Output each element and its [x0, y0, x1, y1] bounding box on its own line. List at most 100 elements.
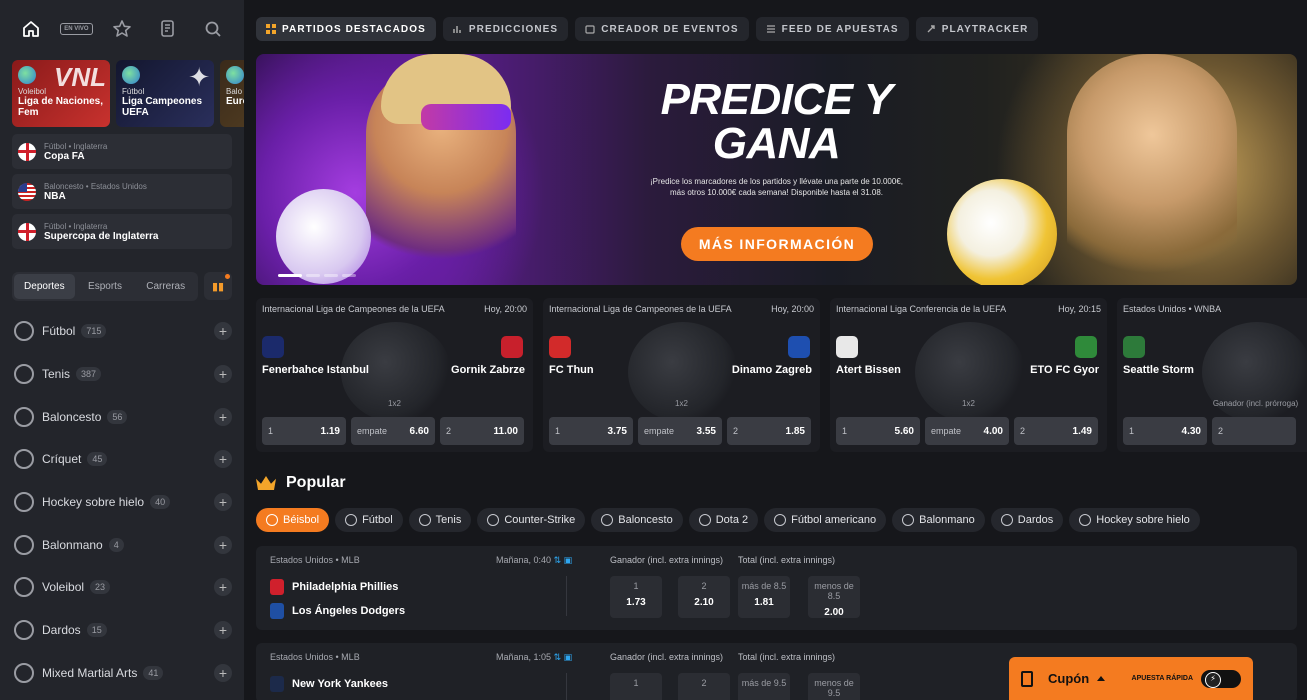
market-label: 1x2 [962, 399, 975, 408]
odds-button[interactable]: empate 4.00 [925, 417, 1009, 445]
odds-value: 1.73 [626, 597, 646, 608]
promo-banner[interactable]: PREDICE Y GANA ¡Predice los marcadores de… [256, 54, 1297, 285]
sport-item-balonmano[interactable]: Balonmano 4 + [14, 523, 232, 566]
league-sub: Fútbol • Inglaterra [44, 141, 108, 151]
match-header: Internacional Liga Conferencia de la UEF… [836, 304, 1101, 314]
odds-button[interactable]: 2 1.85 [727, 417, 811, 445]
home-crest-icon [1123, 336, 1145, 358]
odds-button[interactable]: 1 1.73 [610, 576, 662, 618]
match-league: Internacional Liga Conferencia de la UEF… [836, 304, 1007, 314]
odds-button[interactable]: 1 5.60 [836, 417, 920, 445]
chip-baloncesto[interactable]: Baloncesto [591, 508, 683, 532]
sport-item-dardos[interactable]: Dardos 15 + [14, 609, 232, 652]
add-icon[interactable]: + [214, 493, 232, 512]
stats-icon[interactable]: ⇅ ▣ [554, 652, 573, 662]
odds-button[interactable]: más de 8.5 1.81 [738, 576, 790, 618]
chip-dardos[interactable]: Dardos [990, 508, 1064, 532]
sport-item-criquet[interactable]: Críquet 45 + [14, 438, 232, 481]
sport-item-voleibol[interactable]: Voleibol 23 + [14, 566, 232, 609]
odds-button[interactable]: 2 11.00 [440, 417, 524, 445]
odds-label: 1 [842, 426, 848, 436]
sport-item-hockey[interactable]: Hockey sobre hielo 40 + [14, 481, 232, 524]
add-icon[interactable]: + [214, 365, 232, 384]
odds-button[interactable]: 2 1.49 [1014, 417, 1098, 445]
featured-card[interactable]: Voleibol Liga de Naciones, Fem VNL [12, 60, 110, 127]
home-icon[interactable] [8, 9, 54, 49]
sport-name: Tenis [42, 367, 71, 382]
sport-item-tenis[interactable]: Tenis 387 + [14, 353, 232, 396]
chip-f-tbol-americano[interactable]: Fútbol americano [764, 508, 887, 532]
featured-card[interactable]: Balo Euro [220, 60, 244, 127]
sport-name: Voleibol [42, 580, 85, 595]
add-icon[interactable]: + [214, 322, 232, 341]
sport-icon [266, 514, 278, 526]
tennis-icon [14, 364, 34, 385]
add-icon[interactable]: + [214, 535, 232, 554]
stats-icon[interactable]: ▮▮ [204, 272, 232, 300]
nav-playtracker[interactable]: PLAYTRACKER [915, 17, 1039, 41]
stats-icon[interactable]: ⇅ ▣ [554, 555, 573, 565]
nav-feed-apuestas[interactable]: FEED DE APUESTAS [755, 17, 909, 41]
star-icon[interactable] [99, 9, 145, 49]
featured-card[interactable]: Fútbol Liga Campeones UEFA ✦ [116, 60, 214, 127]
chip-f-tbol[interactable]: Fútbol [335, 508, 403, 532]
chip-dota-2[interactable]: Dota 2 [688, 508, 759, 532]
tab-carreras[interactable]: Carreras [135, 274, 196, 299]
odds-label: empate [644, 426, 675, 436]
odds-button[interactable]: menos de 9.5 [808, 673, 860, 700]
add-icon[interactable]: + [214, 407, 232, 426]
odds-button[interactable]: más de 9.5 [738, 673, 790, 700]
chip-counter-strike[interactable]: Counter-Strike [477, 508, 586, 532]
sport-item-mma[interactable]: Mixed Martial Arts 41 + [14, 652, 232, 695]
chip-b-isbol[interactable]: Béisbol [256, 508, 330, 532]
odds-label: más de 9.5 [741, 678, 787, 688]
odds-button[interactable]: 1 [610, 673, 662, 700]
odds-button[interactable]: 1 3.75 [549, 417, 633, 445]
odds-button[interactable]: 1 4.30 [1123, 417, 1207, 445]
nav-predicciones[interactable]: PREDICCIONES [442, 17, 569, 41]
odds-value: 2.10 [694, 597, 714, 608]
quick-bet-toggle[interactable] [1201, 669, 1241, 688]
odds-button[interactable]: empate 6.60 [351, 417, 435, 445]
nav-creador-eventos[interactable]: CREADOR DE EVENTOS [575, 17, 749, 41]
odds-value: 3.55 [696, 425, 716, 437]
league-item-nba[interactable]: Baloncesto • Estados Unidos NBA [12, 174, 232, 209]
team-row: Philadelphia Phillies [270, 579, 398, 595]
carousel-dots[interactable] [278, 274, 356, 277]
tab-deportes[interactable]: Deportes [14, 273, 75, 299]
odds-button[interactable]: 2 [1212, 417, 1296, 445]
odds-button[interactable]: empate 3.55 [638, 417, 722, 445]
odds-button[interactable]: 2 2.10 [678, 576, 730, 618]
sport-item-baloncesto[interactable]: Baloncesto 56 + [14, 395, 232, 438]
sport-item-futbol[interactable]: Fútbol 715 + [14, 310, 232, 353]
chip-balonmano[interactable]: Balonmano [892, 508, 985, 532]
more-info-button[interactable]: MÁS INFORMACIÓN [681, 227, 873, 261]
betslip-icon[interactable] [145, 9, 191, 49]
add-icon[interactable]: + [214, 450, 232, 469]
add-icon[interactable]: + [214, 663, 232, 682]
match-card[interactable]: Internacional Liga Conferencia de la UEF… [830, 298, 1107, 452]
odds-button[interactable]: 2 [678, 673, 730, 700]
odds-button[interactable]: menos de 8.5 2.00 [808, 576, 860, 618]
search-icon[interactable] [190, 9, 236, 49]
match-card[interactable]: Internacional Liga de Campeones de la UE… [256, 298, 533, 452]
chip-tenis[interactable]: Tenis [408, 508, 472, 532]
nav-partidos-destacados[interactable]: PARTIDOS DESTACADOS [256, 17, 436, 41]
add-icon[interactable]: + [214, 621, 232, 640]
market-label: Ganador (incl. prórroga) [1212, 399, 1299, 408]
match-card[interactable]: Internacional Liga de Campeones de la UE… [543, 298, 820, 452]
odds-value: 2.00 [824, 607, 844, 618]
odds-button[interactable]: 1 1.19 [262, 417, 346, 445]
chip-hockey-sobre-hielo[interactable]: Hockey sobre hielo [1069, 508, 1200, 532]
coupon-bar[interactable]: Cupón APUESTA RÁPIDA [1009, 657, 1253, 700]
add-icon[interactable]: + [214, 578, 232, 597]
sport-count: 715 [81, 324, 107, 339]
live-icon[interactable]: EN VIVO [54, 9, 100, 49]
nav-label: CREADOR DE EVENTOS [601, 23, 739, 35]
match-card[interactable]: Estados Unidos • WNBA Seattle Storm Mi G… [1117, 298, 1307, 452]
tab-esports[interactable]: Esports [75, 274, 136, 299]
globe-icon [18, 66, 36, 84]
league-item-copa-fa[interactable]: Fútbol • Inglaterra Copa FA [12, 134, 232, 169]
league-item-supercopa[interactable]: Fútbol • Inglaterra Supercopa de Inglater… [12, 214, 232, 249]
game-row[interactable]: Estados Unidos • MLB Mañana, 0:40 ⇅ ▣ Ga… [256, 546, 1297, 630]
